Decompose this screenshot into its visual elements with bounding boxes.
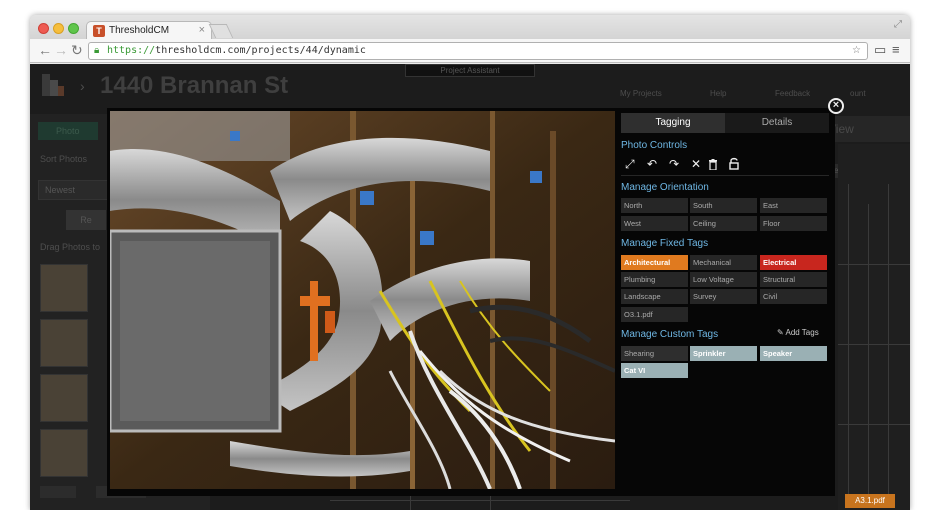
nav-feedback[interactable]: Feedback (775, 89, 810, 98)
orientation-east[interactable]: East (760, 198, 827, 213)
manage-orientation-heading: Manage Orientation (621, 182, 709, 193)
modal-close-icon[interactable]: × (828, 98, 844, 114)
add-tags-button[interactable]: ✎ Add Tags (777, 328, 819, 337)
photo-thumbnail[interactable] (40, 264, 88, 312)
zoom-window-button[interactable] (68, 23, 79, 34)
rotate-left-icon[interactable]: ↶ (647, 157, 657, 171)
trash-icon[interactable] (708, 159, 718, 170)
tag-plumbing[interactable]: Plumbing (621, 272, 688, 287)
new-tab-button[interactable] (208, 24, 234, 38)
custom-tag-speaker[interactable]: Speaker (760, 346, 827, 361)
pager-button[interactable] (40, 486, 76, 498)
photo-modal: Tagging Details Photo Controls ⤢ ↶ ↷ ✕ M… (107, 108, 835, 496)
tag-low-voltage[interactable]: Low Voltage (690, 272, 757, 287)
divider (621, 175, 829, 176)
lock-icon: 🔒︎ (94, 45, 100, 56)
add-photo-button[interactable]: Photo (38, 122, 98, 140)
drawing-badge[interactable]: A3.1.pdf (845, 494, 895, 508)
reset-button[interactable]: Re (66, 210, 106, 230)
tag-civil[interactable]: Civil (760, 289, 827, 304)
menu-icon[interactable]: ≡ (892, 42, 900, 57)
orientation-west[interactable]: West (621, 216, 688, 231)
tab-details[interactable]: Details (725, 113, 829, 133)
tagging-panel: Tagging Details Photo Controls ⤢ ↶ ↷ ✕ M… (619, 111, 829, 491)
tag-electrical[interactable]: Electrical (760, 255, 827, 270)
orientation-ceiling[interactable]: Ceiling (690, 216, 757, 231)
sort-photos-label: Sort Photos (40, 154, 88, 164)
photo-thumbnail[interactable] (40, 374, 88, 422)
tag-drawing-file[interactable]: O3.1.pdf (621, 307, 688, 322)
cast-icon[interactable]: ▭ (874, 42, 886, 58)
delete-x-icon[interactable]: ✕ (691, 157, 701, 171)
construction-photo (110, 111, 615, 489)
unlock-icon[interactable] (729, 157, 739, 170)
close-window-button[interactable] (38, 23, 49, 34)
project-title: 1440 Brannan St (100, 72, 289, 99)
tag-structural[interactable]: Structural (760, 272, 827, 287)
breadcrumb-chevron-icon: › (80, 78, 85, 94)
browser-toolbar: ← → ↻ 🔒︎ https://thresholdcm.com/project… (30, 39, 910, 63)
nav-account[interactable]: ount (850, 89, 866, 98)
tag-architectural[interactable]: Architectural (621, 255, 688, 270)
photo-controls-heading: Photo Controls (621, 140, 688, 151)
tab-tagging[interactable]: Tagging (621, 113, 725, 133)
blueprint-preview (838, 144, 910, 510)
photo-thumbnail[interactable] (40, 429, 88, 477)
forward-icon[interactable]: → (54, 42, 68, 58)
custom-tag-sprinkler[interactable]: Sprinkler (690, 346, 757, 361)
browser-tab[interactable]: T ThresholdCM × (86, 21, 212, 40)
rotate-right-icon[interactable]: ↷ (669, 157, 679, 171)
tab-title: ThresholdCM (109, 25, 170, 36)
tag-survey[interactable]: Survey (690, 289, 757, 304)
manage-custom-tags-heading: Manage Custom Tags (621, 329, 719, 340)
panel-tabs: Tagging Details (621, 113, 829, 133)
pencil-icon: ✎ (777, 328, 784, 337)
tab-close-icon[interactable]: × (199, 24, 205, 36)
photo-image (110, 111, 615, 489)
back-icon[interactable]: ← (38, 42, 52, 58)
drag-photos-hint: Drag Photos to (40, 242, 101, 252)
orientation-south[interactable]: South (690, 198, 757, 213)
manage-fixed-tags-heading: Manage Fixed Tags (621, 238, 709, 249)
browser-window: T ThresholdCM × ⤢ ← → ↻ 🔒︎ https://thres… (30, 15, 910, 510)
custom-tag-shearing[interactable]: Shearing (621, 346, 688, 361)
bookmark-star-icon[interactable]: ☆ (852, 43, 861, 59)
nav-my-projects[interactable]: My Projects (620, 89, 662, 98)
fullscreen-icon[interactable]: ⤢ (894, 19, 902, 30)
add-tags-label: Add Tags (785, 328, 819, 337)
nav-help[interactable]: Help (710, 89, 726, 98)
orientation-north[interactable]: North (621, 198, 688, 213)
address-bar[interactable]: 🔒︎ https://thresholdcm.com/projects/44/d… (88, 42, 868, 60)
reload-icon[interactable]: ↻ (71, 42, 83, 59)
url-text: https://thresholdcm.com/projects/44/dyna… (107, 45, 366, 56)
tag-mechanical[interactable]: Mechanical (690, 255, 757, 270)
expand-icon[interactable]: ⤢ (625, 157, 635, 172)
minimize-window-button[interactable] (53, 23, 64, 34)
orientation-floor[interactable]: Floor (760, 216, 827, 231)
blueprint-strip (330, 494, 630, 510)
logo-icon (42, 74, 64, 96)
photo-thumbnail[interactable] (40, 319, 88, 367)
tab-strip: T ThresholdCM × ⤢ (30, 15, 910, 40)
custom-tag-cat-vi[interactable]: Cat VI (621, 363, 688, 378)
page-content: Project Assistant › 1440 Brannan St My P… (30, 64, 910, 510)
tag-landscape[interactable]: Landscape (621, 289, 688, 304)
favicon-icon: T (93, 25, 105, 37)
project-assistant-tab[interactable]: Project Assistant (405, 64, 535, 77)
